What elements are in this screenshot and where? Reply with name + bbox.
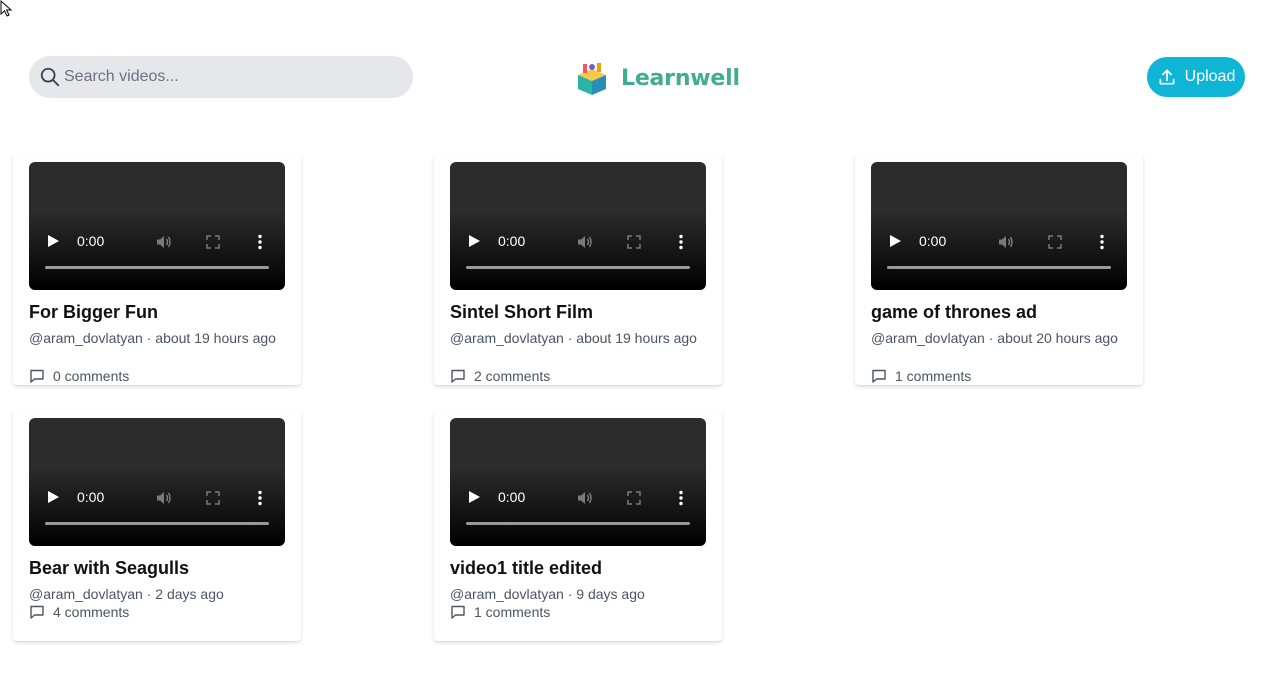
video-player[interactable]: 0:00 — [450, 418, 706, 546]
play-icon[interactable] — [888, 234, 902, 248]
fullscreen-icon[interactable] — [1048, 235, 1062, 249]
search-input[interactable] — [64, 68, 384, 86]
video-progress-bar[interactable] — [45, 522, 269, 525]
video-author[interactable]: @aram_dovlatyan — [871, 330, 985, 346]
more-options-icon[interactable] — [678, 490, 684, 506]
mouse-cursor-icon — [0, 0, 13, 17]
more-options-icon[interactable] — [1099, 234, 1105, 250]
video-title[interactable]: Bear with Seagulls — [29, 558, 189, 579]
fullscreen-icon[interactable] — [206, 491, 220, 505]
comments-count[interactable]: 4 comments — [29, 602, 129, 622]
video-time: 0:00 — [498, 233, 526, 249]
video-time: 0:00 — [77, 489, 105, 505]
video-meta: @aram_dovlatyan · 2 days ago — [29, 584, 285, 604]
meta-separator: · — [146, 586, 152, 602]
video-card[interactable]: 0:00 Sintel Short Film @aram_dovlatyan ·… — [434, 154, 722, 385]
search-icon — [40, 67, 60, 87]
video-card[interactable]: 0:00 For Bigger Fun @aram_dovlatyan · ab… — [13, 154, 301, 385]
more-options-icon[interactable] — [678, 234, 684, 250]
more-options-icon[interactable] — [257, 490, 263, 506]
meta-separator: · — [146, 330, 152, 346]
video-title[interactable]: video1 title edited — [450, 558, 602, 579]
upload-button[interactable]: Upload — [1147, 57, 1245, 97]
video-progress-bar[interactable] — [45, 266, 269, 269]
fullscreen-icon[interactable] — [627, 491, 641, 505]
video-title[interactable]: For Bigger Fun — [29, 302, 158, 323]
more-options-icon[interactable] — [257, 234, 263, 250]
comments-count[interactable]: 1 comments — [450, 602, 550, 622]
video-player[interactable]: 0:00 — [871, 162, 1127, 290]
video-age: 9 days ago — [576, 586, 645, 602]
video-card[interactable]: 0:00 video1 title edited @aram_dovlatyan… — [434, 410, 722, 641]
meta-separator: · — [988, 330, 994, 346]
video-author[interactable]: @aram_dovlatyan — [450, 586, 564, 602]
logo-text: Learnwell — [621, 65, 740, 91]
video-meta: @aram_dovlatyan · about 19 hours ago — [29, 328, 285, 348]
volume-icon[interactable] — [156, 234, 172, 250]
video-progress-bar[interactable] — [466, 522, 690, 525]
video-card[interactable]: 0:00 game of thrones ad @aram_dovlatyan … — [855, 154, 1143, 385]
comments-label: 1 comments — [474, 604, 551, 620]
play-icon[interactable] — [46, 490, 60, 504]
upload-label: Upload — [1184, 68, 1236, 85]
meta-separator: · — [567, 330, 573, 346]
comments-count[interactable]: 2 comments — [450, 366, 550, 386]
video-author[interactable]: @aram_dovlatyan — [450, 330, 564, 346]
comments-label: 2 comments — [474, 368, 551, 384]
comment-icon — [30, 605, 44, 619]
video-progress-bar[interactable] — [887, 266, 1111, 269]
video-age: about 20 hours ago — [997, 330, 1118, 346]
upload-icon — [1159, 69, 1175, 85]
comments-count[interactable]: 0 comments — [29, 366, 129, 386]
video-age: about 19 hours ago — [576, 330, 697, 346]
fullscreen-icon[interactable] — [206, 235, 220, 249]
video-time: 0:00 — [919, 233, 947, 249]
play-icon[interactable] — [46, 234, 60, 248]
video-player[interactable]: 0:00 — [29, 418, 285, 546]
comment-icon — [451, 605, 465, 619]
fullscreen-icon[interactable] — [627, 235, 641, 249]
comment-icon — [872, 369, 886, 383]
comment-icon — [451, 369, 465, 383]
video-progress-bar[interactable] — [466, 266, 690, 269]
volume-icon[interactable] — [998, 234, 1014, 250]
video-card[interactable]: 0:00 Bear with Seagulls @aram_dovlatyan … — [13, 410, 301, 641]
video-title[interactable]: Sintel Short Film — [450, 302, 593, 323]
video-meta: @aram_dovlatyan · 9 days ago — [450, 584, 706, 604]
play-icon[interactable] — [467, 490, 481, 504]
comments-count[interactable]: 1 comments — [871, 366, 971, 386]
video-player[interactable]: 0:00 — [450, 162, 706, 290]
meta-separator: · — [567, 586, 573, 602]
video-meta: @aram_dovlatyan · about 19 hours ago — [450, 328, 706, 348]
video-time: 0:00 — [77, 233, 105, 249]
comment-icon — [30, 369, 44, 383]
comments-label: 4 comments — [53, 604, 130, 620]
video-age: about 19 hours ago — [155, 330, 276, 346]
volume-icon[interactable] — [156, 490, 172, 506]
video-age: 2 days ago — [155, 586, 224, 602]
logo-cube-icon — [578, 63, 606, 95]
video-author[interactable]: @aram_dovlatyan — [29, 330, 143, 346]
video-time: 0:00 — [498, 489, 526, 505]
volume-icon[interactable] — [577, 490, 593, 506]
search-bar[interactable] — [29, 56, 413, 98]
video-player[interactable]: 0:00 — [29, 162, 285, 290]
video-author[interactable]: @aram_dovlatyan — [29, 586, 143, 602]
logo[interactable]: Learnwell — [575, 61, 740, 95]
comments-label: 1 comments — [895, 368, 972, 384]
play-icon[interactable] — [467, 234, 481, 248]
comments-label: 0 comments — [53, 368, 130, 384]
video-title[interactable]: game of thrones ad — [871, 302, 1037, 323]
video-meta: @aram_dovlatyan · about 20 hours ago — [871, 328, 1127, 348]
volume-icon[interactable] — [577, 234, 593, 250]
